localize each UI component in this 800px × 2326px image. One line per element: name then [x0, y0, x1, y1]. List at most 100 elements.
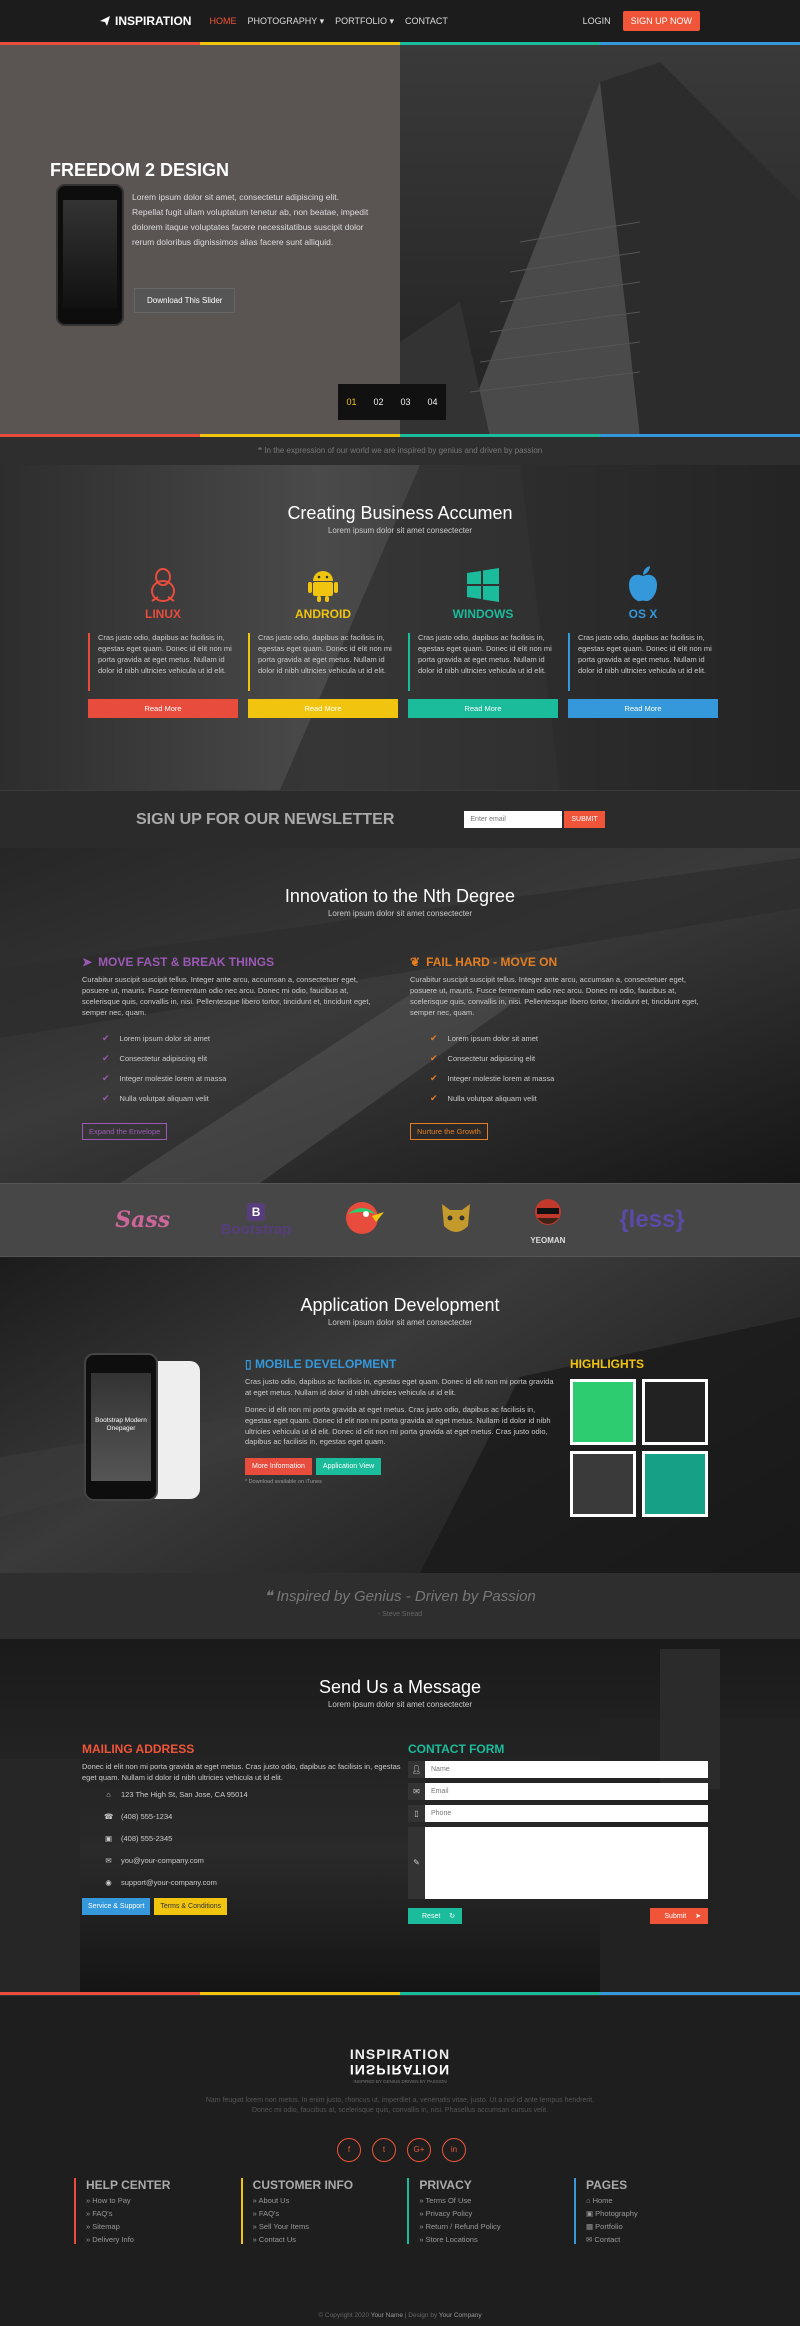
- footer-link[interactable]: » FAQ's: [253, 2209, 391, 2218]
- home-icon: ⌂: [106, 1790, 111, 1800]
- footer-link[interactable]: » Privacy Policy: [419, 2209, 557, 2218]
- innovation-section: Innovation to the Nth Degree Lorem ipsum…: [0, 848, 800, 1183]
- paragraph: Donec id elit non mi porta gravida at eg…: [245, 1404, 551, 1447]
- list-item: ✔ Integer molestie lorem at massa: [430, 1073, 555, 1083]
- highlight-thumbnail[interactable]: [570, 1451, 636, 1517]
- footer-link[interactable]: » FAQ's: [86, 2209, 224, 2218]
- footer-link[interactable]: » Terms Of Use: [419, 2196, 557, 2205]
- slide-1[interactable]: 01: [338, 384, 365, 420]
- footer-link[interactable]: ▣ Photography: [586, 2209, 724, 2218]
- quote-strip-text: In the expression of our world we are in…: [264, 446, 543, 455]
- read-more-button[interactable]: Read More: [248, 699, 398, 718]
- paper-plane-icon: [100, 16, 110, 26]
- bird-logo: [342, 1198, 386, 1242]
- section-title: Send Us a Message: [318, 1677, 482, 1697]
- facebook-icon[interactable]: f: [337, 2138, 361, 2162]
- brand-logo[interactable]: INSPIRATION: [100, 14, 191, 28]
- highlights: HIGHLIGHTS: [570, 1357, 720, 1517]
- login-link[interactable]: LOGIN: [583, 16, 611, 26]
- hero-title: FREEDOM 2 DESIGN: [50, 160, 230, 180]
- check-icon: ✔: [102, 1093, 110, 1103]
- company-link[interactable]: Your Company: [439, 2312, 482, 2319]
- author-link[interactable]: Your Name: [371, 2312, 403, 2319]
- feature-column-right: ❦ FAIL HARD - MOVE ON Curabitur suscipit …: [410, 955, 714, 1140]
- footer-logo: INSPIRATION INSPIRATION INSPIRED BY GENI…: [345, 2046, 455, 2084]
- service-support-button[interactable]: Service & Support: [82, 1897, 151, 1915]
- menu-portfolio[interactable]: PORTFOLIO ▾: [335, 16, 394, 27]
- sass-logo: Sass: [115, 1207, 171, 1233]
- google-plus-icon[interactable]: G+: [407, 2138, 431, 2162]
- footer-link[interactable]: ✉ Contact: [586, 2235, 724, 2244]
- footer-link[interactable]: » Return / Refund Policy: [419, 2222, 557, 2231]
- submit-button[interactable]: Submit ➤: [650, 1908, 708, 1924]
- expand-envelope-button[interactable]: Expand the Envelope: [82, 1122, 168, 1140]
- more-information-button[interactable]: More Information: [245, 1458, 312, 1476]
- phone-input[interactable]: Phone: [425, 1805, 708, 1822]
- reset-button[interactable]: Reset ↻: [408, 1908, 463, 1924]
- highlight-thumbnail[interactable]: [570, 1379, 636, 1445]
- phone-line: ☎ (408) 555-1234: [104, 1812, 173, 1822]
- footer-link[interactable]: ▦ Portfolio: [586, 2222, 724, 2231]
- quote-section: ❝ Inspired by Genius - Driven by Passion…: [0, 1573, 800, 1639]
- message-textarea[interactable]: [425, 1827, 708, 1899]
- phone-mockup: [56, 184, 124, 326]
- mailing-text: Donec id elit non mi porta gravida at eg…: [82, 1762, 401, 1782]
- envelope-icon: ✉: [105, 1856, 112, 1866]
- footer-column-title: CUSTOMER INFO: [252, 2178, 354, 2192]
- highlight-thumbnail[interactable]: [642, 1451, 708, 1517]
- menu-photography[interactable]: PHOTOGRAPHY ▾: [247, 16, 324, 27]
- footer-link[interactable]: » How to Pay: [86, 2196, 224, 2205]
- footer-column-privacy: PRIVACY » Terms Of Use » Privacy Policy …: [407, 2178, 557, 2244]
- download-slider-button[interactable]: Download This Slider: [134, 288, 236, 313]
- leaf-icon: ❦: [410, 955, 421, 969]
- card-windows: WINDOWS Cras justo odio, dapibus ac faci…: [408, 563, 558, 718]
- read-more-button[interactable]: Read More: [408, 699, 558, 718]
- footer-link[interactable]: » Sitemap: [86, 2222, 224, 2231]
- slider-pagination: 01 02 03 04: [338, 384, 446, 420]
- check-icon: ✔: [430, 1073, 438, 1083]
- footer-link[interactable]: » About Us: [253, 2196, 391, 2205]
- name-input[interactable]: Name: [425, 1761, 708, 1778]
- footer-link[interactable]: » Sell Your Items: [253, 2222, 391, 2231]
- footer-link[interactable]: ⌂ Home: [586, 2196, 724, 2205]
- newsletter-email-input[interactable]: Enter email: [464, 811, 563, 828]
- check-icon: ✔: [102, 1073, 110, 1083]
- highlight-thumbnail[interactable]: [642, 1379, 708, 1445]
- hero-slider: FREEDOM 2 DESIGN Lorem ipsum dolor sit a…: [0, 42, 800, 437]
- email-input[interactable]: Email: [425, 1783, 708, 1800]
- terms-button[interactable]: Terms & Conditions: [154, 1897, 228, 1915]
- footer-link[interactable]: » Contact Us: [253, 2235, 391, 2244]
- list-item: ✔ Lorem ipsum dolor sit amet: [102, 1033, 210, 1043]
- newsletter-submit-button[interactable]: SUBMIT: [564, 811, 605, 828]
- footer-column-pages: PAGES ⌂ Home ▣ Photography ▦ Portfolio ✉…: [573, 2178, 724, 2244]
- signup-button[interactable]: SIGN UP NOW: [622, 11, 700, 31]
- phone-icon: ▯: [408, 1805, 425, 1822]
- slide-3[interactable]: 03: [392, 384, 419, 420]
- card-text: Cras justo odio, dapibus ac facilisis in…: [408, 633, 558, 691]
- menu-contact[interactable]: CONTACT: [405, 16, 448, 27]
- email-line: ✉ you@your-company.com: [105, 1856, 204, 1866]
- menu-home[interactable]: HOME: [209, 16, 236, 27]
- read-more-button[interactable]: Read More: [568, 699, 718, 718]
- check-icon: ✔: [430, 1053, 438, 1063]
- copyright: © Copyright 2020 Your Name | Design by Y…: [318, 2312, 482, 2319]
- footer-link[interactable]: » Store Locations: [419, 2235, 557, 2244]
- linkedin-icon[interactable]: in: [442, 2138, 466, 2162]
- slide-2[interactable]: 02: [365, 384, 392, 420]
- read-more-button[interactable]: Read More: [88, 699, 238, 718]
- newsletter-bar: SIGN UP FOR OUR NEWSLETTER Enter email S…: [0, 790, 800, 848]
- footer-column-title: HELP CENTER: [86, 2178, 171, 2192]
- color-strip: [0, 42, 800, 45]
- apple-icon: [629, 566, 657, 602]
- contact-section: Send Us a Message Lorem ipsum dolor sit …: [0, 1639, 800, 1995]
- application-view-button[interactable]: Application View: [315, 1458, 382, 1476]
- quote-strip: ❝ In the expression of our world we are …: [0, 437, 800, 465]
- phone-screen-text: Bootstrap Modern Onepager: [91, 1373, 151, 1481]
- slide-4[interactable]: 04: [419, 384, 446, 420]
- list-item: ✔ Nulla volutpat aliquam velit: [430, 1093, 537, 1103]
- home-icon: ⌂: [585, 2196, 591, 2205]
- nurture-growth-button[interactable]: Nurture the Growth: [410, 1122, 488, 1140]
- twitter-icon[interactable]: t: [372, 2138, 396, 2162]
- mobile-icon: ▯: [245, 1357, 255, 1371]
- footer-link[interactable]: » Delivery Info: [86, 2235, 224, 2244]
